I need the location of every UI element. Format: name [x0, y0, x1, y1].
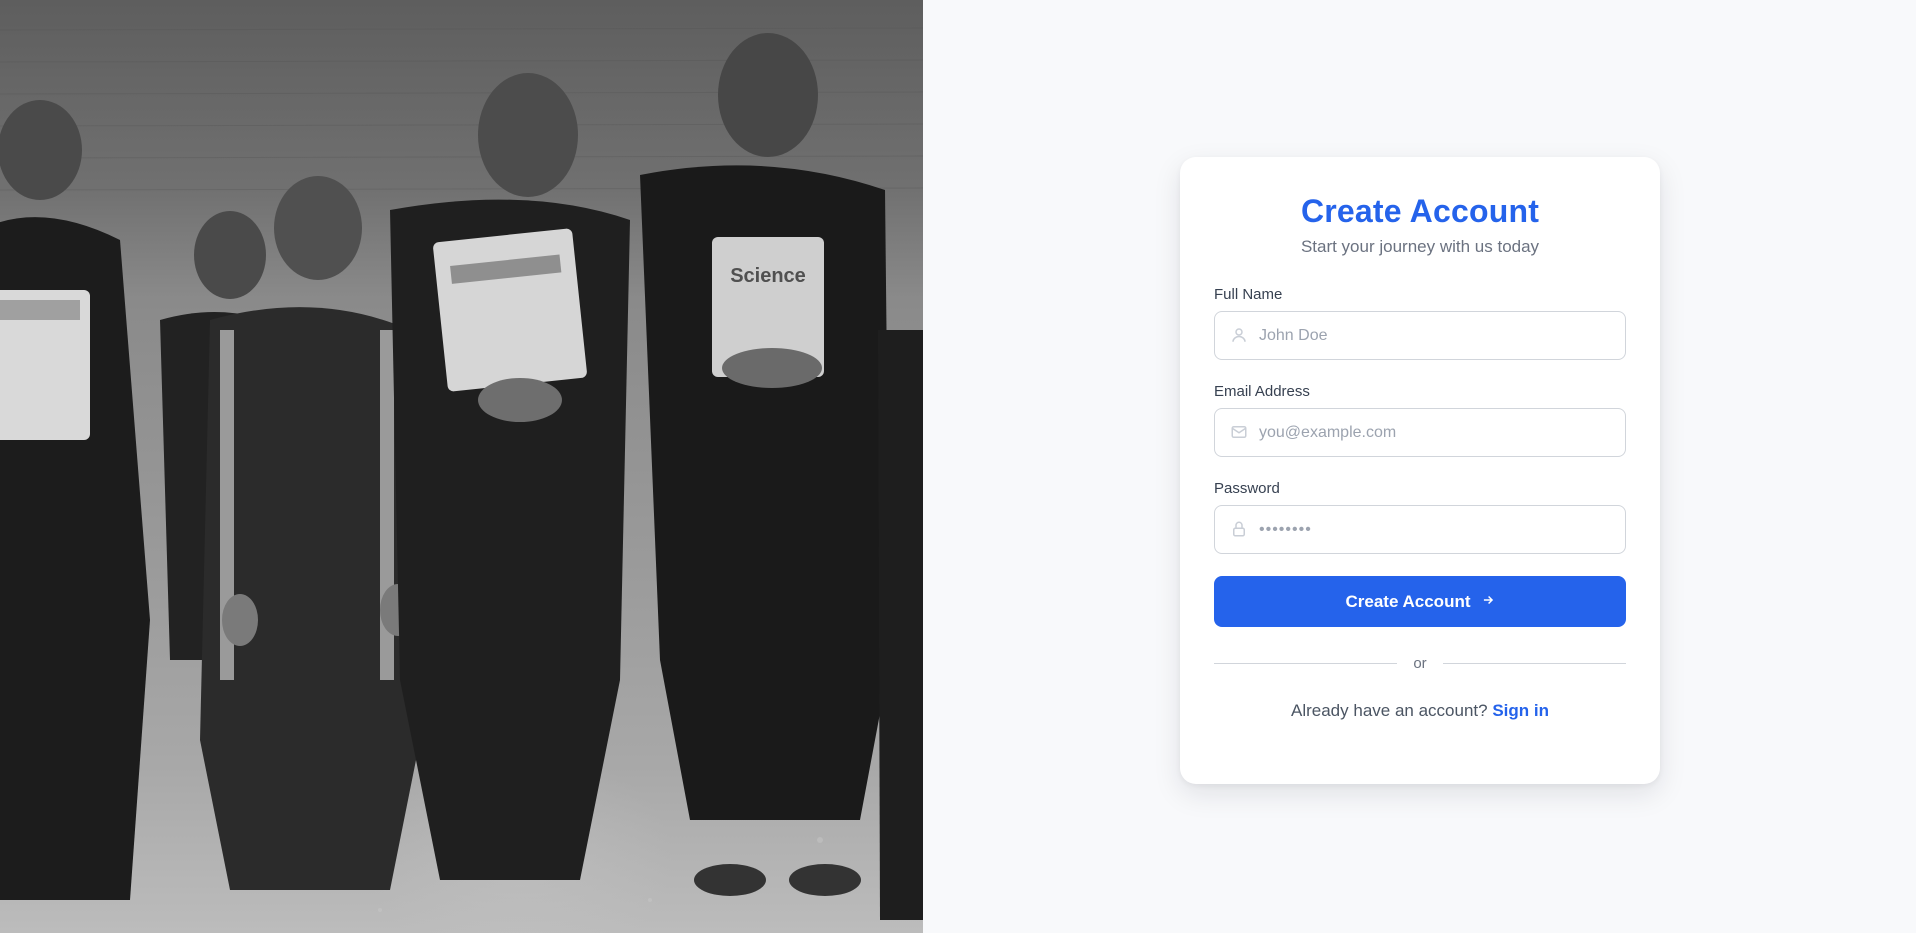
email-field-group: Email Address: [1214, 382, 1626, 457]
password-input[interactable]: [1214, 505, 1626, 554]
full-name-input[interactable]: [1214, 311, 1626, 360]
signup-card: Create Account Start your journey with u…: [1180, 157, 1660, 784]
mail-icon: [1230, 423, 1248, 441]
book-label: Science: [730, 265, 806, 287]
signin-row: Already have an account? Sign in: [1214, 701, 1626, 721]
email-input[interactable]: [1214, 408, 1626, 457]
lock-icon: [1230, 520, 1248, 538]
hero-illustration: Science: [0, 27, 923, 920]
full-name-label: Full Name: [1214, 286, 1283, 303]
password-field-group: Password: [1214, 479, 1626, 554]
person-figure: [0, 100, 150, 900]
or-divider: or: [1214, 653, 1626, 673]
user-icon: [1230, 326, 1248, 344]
divider-line: [1442, 662, 1626, 664]
arrow-right-icon: [1481, 592, 1495, 612]
page-title: Create Account: [1300, 193, 1540, 229]
person-figure: [878, 330, 923, 920]
person-figure: Science: [640, 33, 890, 896]
hero-photo: Science: [0, 0, 923, 933]
person-figure: [390, 73, 630, 881]
email-input-wrap: [1214, 408, 1626, 457]
divider-line: [1214, 662, 1398, 664]
full-name-field-group: Full Name: [1214, 285, 1626, 360]
password-input-wrap: [1214, 505, 1626, 554]
create-account-button-label: Create Account: [1345, 591, 1471, 611]
page-subtitle: Start your journey with us today: [1300, 237, 1540, 256]
full-name-input-wrap: [1214, 311, 1626, 360]
password-label: Password: [1214, 480, 1280, 497]
divider-text: or: [1413, 654, 1427, 672]
email-label: Email Address: [1214, 383, 1310, 400]
signup-form: Full Name Email Address: [1214, 285, 1626, 721]
signin-prompt: Already have an account?: [1291, 701, 1488, 720]
create-account-button[interactable]: Create Account: [1214, 576, 1626, 627]
sign-in-link[interactable]: Sign in: [1492, 701, 1549, 720]
